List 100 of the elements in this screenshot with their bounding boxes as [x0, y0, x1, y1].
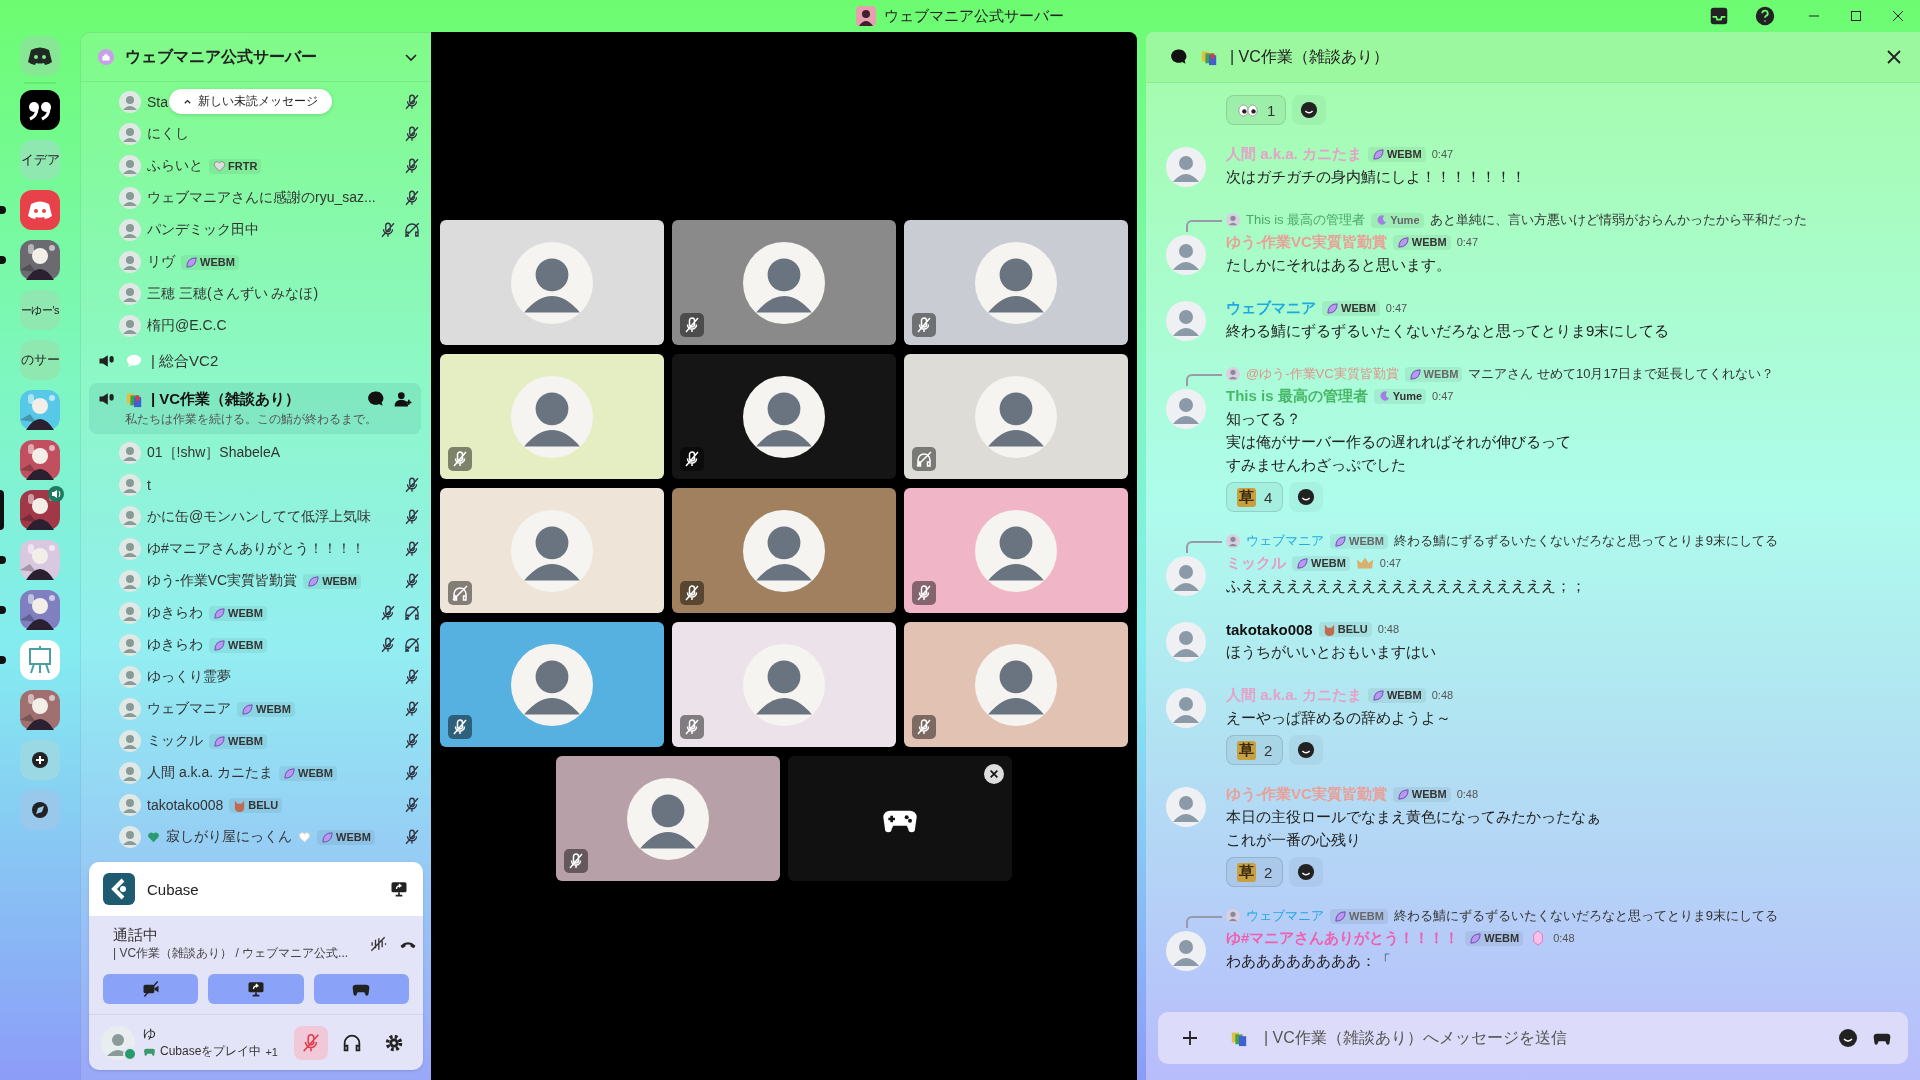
member-name[interactable]: かに缶@モンハンしてて低浮上気味 [147, 508, 372, 526]
tag-label: WEBM [1411, 236, 1447, 248]
channel-description: 私たちは作業を続ける。この鯖が終わるまで。 [124, 411, 378, 428]
reaction-count: 2 [1264, 741, 1273, 759]
member-name[interactable]: 寂しがり屋にっくん [166, 828, 292, 846]
message-text: すみませんわざっぷでした [1226, 455, 1407, 475]
tag-label: WEBM [298, 767, 333, 779]
emoji-label: 草 [1237, 740, 1256, 760]
message-text: これが一番の心残り [1226, 830, 1362, 850]
message-text: 次はガチガチの身内鯖にしよ！！！！！！！ [1226, 167, 1527, 187]
member-name[interactable]: t [147, 477, 151, 493]
message-text: えーやっぱ辞めるの辞めようよ～ [1226, 708, 1452, 728]
channel-name: | 総合VC2 [151, 351, 219, 371]
reaction-button[interactable]: 草 4 [1226, 482, 1284, 512]
server-header[interactable]: ウェブマニア公式サーバー [81, 33, 431, 82]
voice-channel[interactable]: | 総合VC2 [89, 345, 421, 377]
reply-text[interactable]: マニアさん せめて10月17日まで延長してくれない？ [1468, 365, 1774, 383]
member-name[interactable]: ゆきらわ [147, 604, 203, 622]
timestamp: 0:47 [1431, 148, 1454, 160]
tag-label: WEBM [1386, 148, 1422, 160]
username: ゆ [143, 1025, 157, 1043]
server-button[interactable]: のサー [20, 340, 60, 380]
member-name[interactable]: 三穂 三穂(さんずい みなほ) [147, 285, 319, 303]
member-name[interactable]: リヴ [147, 253, 175, 271]
tag-label: WEBM [1386, 689, 1422, 701]
member-name[interactable]: 人間 a.k.a. カニたま [147, 764, 274, 782]
member-name[interactable]: ミックル [147, 732, 203, 750]
new-unread-button[interactable]: 新しい未読メッセージ [169, 89, 332, 114]
user-activity: Cubaseをプレイ中 [160, 1043, 262, 1060]
tag-label: WEBM [1484, 932, 1520, 944]
timestamp: 0:47 [1385, 302, 1408, 314]
message-text: 知ってる？ [1226, 409, 1302, 429]
message-text: ほうちがいいとおもいますはい [1226, 642, 1437, 662]
server-name: ウェブマニア公式サーバー [125, 46, 318, 67]
tag-label: BELU [248, 799, 279, 811]
timestamp: 0:48 [1553, 932, 1575, 944]
emoji-label: 草 [1237, 862, 1256, 882]
message-text: 実は俺がサーバー作るの遅れればそれが伸びるって [1226, 432, 1572, 452]
message-text: たしかにそれはあると思います。 [1226, 255, 1452, 275]
message-text: ふえええええええええええええええええええええ；； [1226, 576, 1587, 596]
tag-label: Yume [1392, 390, 1423, 402]
message-text: 本日の主役ロールでなまえ黄色になってみたかったなぁ [1226, 807, 1602, 827]
member-name[interactable]: ウェブマニア [147, 700, 231, 718]
member-name[interactable]: takotako008 [147, 797, 224, 813]
member-name[interactable]: Sta [147, 94, 168, 110]
tag-label: WEBM [256, 703, 291, 715]
tag-label: WEBM [1423, 368, 1459, 380]
tag-label: WEBM [200, 256, 235, 268]
member-name[interactable]: にくし [147, 125, 189, 143]
member-name[interactable]: ゆっくり霊夢 [147, 668, 231, 686]
reaction-button[interactable]: 1 [1226, 95, 1287, 125]
tag-label: WEBM [322, 575, 357, 587]
timestamp: 0:47 [1379, 557, 1402, 569]
tag-label: WEBM [228, 607, 263, 619]
voice-channel-link[interactable]: | VC作業（雑談あり） / ウェブマニア公式... [113, 945, 349, 962]
message-text: 終わる鯖にずるずるいたくないだろなと思ってとりま9末にしてる [1226, 321, 1671, 341]
tag-label: Yume [1390, 214, 1420, 226]
member-name[interactable]: ゆう-作業VC実質皆勤賞 [147, 572, 298, 590]
member-name[interactable]: 01［!shw］ShabeleA [147, 444, 281, 462]
tag-label: WEBM [1349, 535, 1384, 547]
message-field[interactable]: | VC作業（雑談あり）へメッセージを送信 [1262, 1028, 1824, 1048]
tag-label: WEBM [228, 735, 263, 747]
tag-label: BELU [1337, 623, 1368, 635]
tag-label: WEBM [228, 639, 263, 651]
tag-label: WEBM [1311, 557, 1346, 569]
timestamp: 0:48 [1456, 788, 1479, 800]
message-text: わああああああああ：「 [1226, 951, 1392, 971]
message-author[interactable]: takotako008 [1226, 620, 1313, 638]
server-button[interactable]: ーゆー's [20, 290, 60, 330]
member-name[interactable]: ふらいと [147, 157, 203, 175]
emoji-label: 草 [1237, 487, 1256, 507]
member-name[interactable]: パンデミック田中 [147, 221, 259, 239]
window-title: ウェブマニア公式サーバー [884, 6, 1064, 26]
member-name[interactable]: ゆきらわ [147, 636, 203, 654]
timestamp: 0:48 [1431, 689, 1454, 701]
timestamp: 0:48 [1377, 623, 1400, 635]
channel-name: | VC作業（雑談あり） [151, 389, 301, 409]
member-name[interactable]: ウェブマニアさんに感謝のryu_saz... [147, 189, 376, 207]
tag-label: FRTR [228, 160, 258, 172]
voice-channel[interactable]: | VC作業（雑談あり） 私たちは作業を続ける。この鯖が終わるまで。 [89, 383, 421, 434]
member-name[interactable]: ゆ#マニアさんありがとう！！！！ [147, 540, 365, 558]
reply-text[interactable]: 終わる鯖にずるずるいたくないだろなと思ってとりま9末にしてる [1393, 907, 1779, 925]
timestamp: 0:47 [1456, 236, 1479, 248]
tag-label: WEBM [336, 831, 371, 843]
server-button[interactable]: イデア [20, 140, 60, 180]
tag-label: WEBM [1349, 910, 1384, 922]
activity-name: Cubase [147, 880, 199, 898]
channel-title: | VC作業（雑談あり） [1230, 46, 1389, 67]
tag-label: WEBM [1411, 788, 1447, 800]
reaction-count: 2 [1264, 863, 1273, 881]
tag-label: WEBM [1341, 302, 1376, 314]
member-name[interactable]: 楕円@E.C.C [147, 317, 227, 335]
activity-count: +1 [265, 1045, 278, 1058]
reaction-count: 1 [1267, 101, 1276, 119]
reply-text[interactable]: あと単純に、言い方悪いけど情弱がおらんかったから平和だった [1429, 211, 1807, 229]
reply-text[interactable]: 終わる鯖にずるずるいたくないだろなと思ってとりま9末にしてる [1393, 532, 1779, 550]
reaction-button[interactable]: 草 2 [1226, 735, 1284, 765]
message-composer[interactable]: | VC作業（雑談あり）へメッセージを送信 [1158, 1012, 1908, 1064]
timestamp: 0:47 [1432, 390, 1454, 402]
reaction-button[interactable]: 草 2 [1226, 857, 1284, 887]
